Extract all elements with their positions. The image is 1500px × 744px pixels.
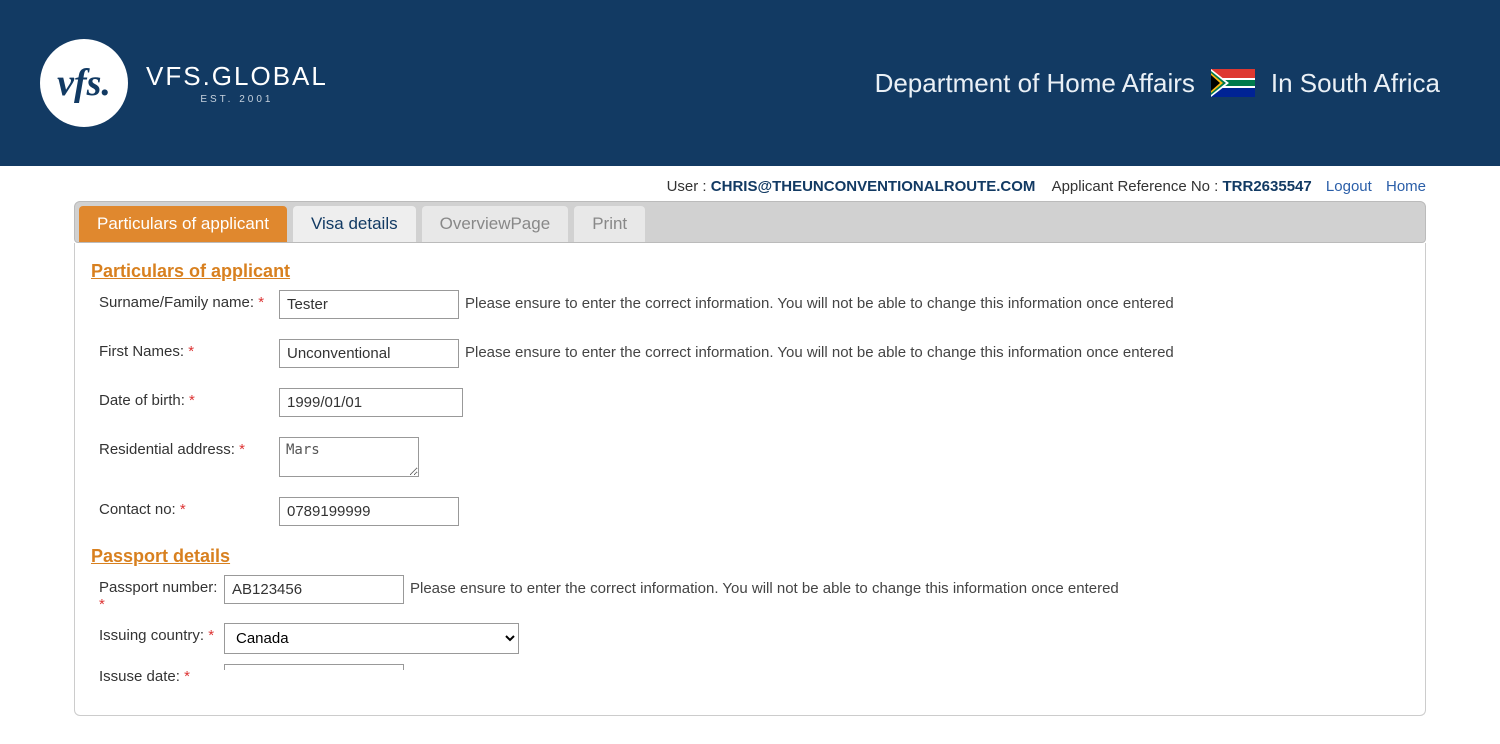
logo-script: vfs.: [57, 61, 111, 105]
logo-text: VFS.GLOBAL EST. 2001: [146, 61, 328, 105]
passport-no-hint: Please ensure to enter the correct infor…: [410, 575, 1119, 597]
south-africa-flag-icon: [1211, 69, 1255, 97]
user-label: User :: [667, 178, 711, 195]
header-right: Department of Home Affairs In South Afri…: [875, 68, 1440, 99]
surname-hint: Please ensure to enter the correct infor…: [465, 290, 1174, 312]
passport-no-input[interactable]: [224, 575, 404, 604]
logout-link[interactable]: Logout: [1326, 178, 1372, 195]
address-label: Residential address: *: [99, 437, 279, 458]
firstnames-input[interactable]: [279, 339, 459, 368]
tab-strip: Particulars of applicant Visa details Ov…: [74, 201, 1426, 243]
passport-no-label: Passport number: *: [99, 575, 224, 613]
tab-overview[interactable]: OverviewPage: [422, 206, 569, 242]
app-header: vfs. VFS.GLOBAL EST. 2001 Department of …: [0, 0, 1500, 166]
section-passport-title: Passport details: [91, 546, 1409, 567]
firstnames-label: First Names: *: [99, 339, 279, 360]
contact-input[interactable]: [279, 497, 459, 526]
user-email: CHRIS@THEUNCONVENTIONALROUTE.COM: [711, 178, 1036, 195]
form-panel: Particulars of applicant Surname/Family …: [74, 243, 1426, 716]
surname-label: Surname/Family name: *: [99, 290, 279, 311]
issue-date-label: Issuse date: *: [99, 664, 224, 685]
section-particulars-title: Particulars of applicant: [91, 261, 1409, 282]
home-link[interactable]: Home: [1386, 178, 1426, 195]
country-text: In South Africa: [1271, 68, 1440, 99]
contact-label: Contact no: *: [99, 497, 279, 518]
ref-value: TRR2635547: [1223, 178, 1312, 195]
issuing-country-label: Issuing country: *: [99, 623, 224, 644]
issuing-country-select[interactable]: Canada: [224, 623, 519, 654]
ref-label: Applicant Reference No :: [1052, 178, 1223, 195]
brand-name: VFS.GLOBAL: [146, 61, 328, 92]
tab-visa-details[interactable]: Visa details: [293, 206, 416, 242]
dob-input[interactable]: [279, 388, 463, 417]
department-title: Department of Home Affairs: [875, 68, 1195, 99]
issue-date-input[interactable]: [224, 664, 404, 670]
brand-est: EST. 2001: [146, 94, 328, 105]
logo-icon: vfs.: [40, 39, 128, 127]
user-topbar: User : CHRIS@THEUNCONVENTIONALROUTE.COM …: [0, 166, 1500, 201]
firstnames-hint: Please ensure to enter the correct infor…: [465, 339, 1174, 361]
logo-group: vfs. VFS.GLOBAL EST. 2001: [40, 39, 328, 127]
dob-label: Date of birth: *: [99, 388, 279, 409]
tab-print[interactable]: Print: [574, 206, 645, 242]
tab-particulars[interactable]: Particulars of applicant: [79, 206, 287, 242]
address-textarea[interactable]: Mars: [279, 437, 419, 477]
surname-input[interactable]: [279, 290, 459, 319]
